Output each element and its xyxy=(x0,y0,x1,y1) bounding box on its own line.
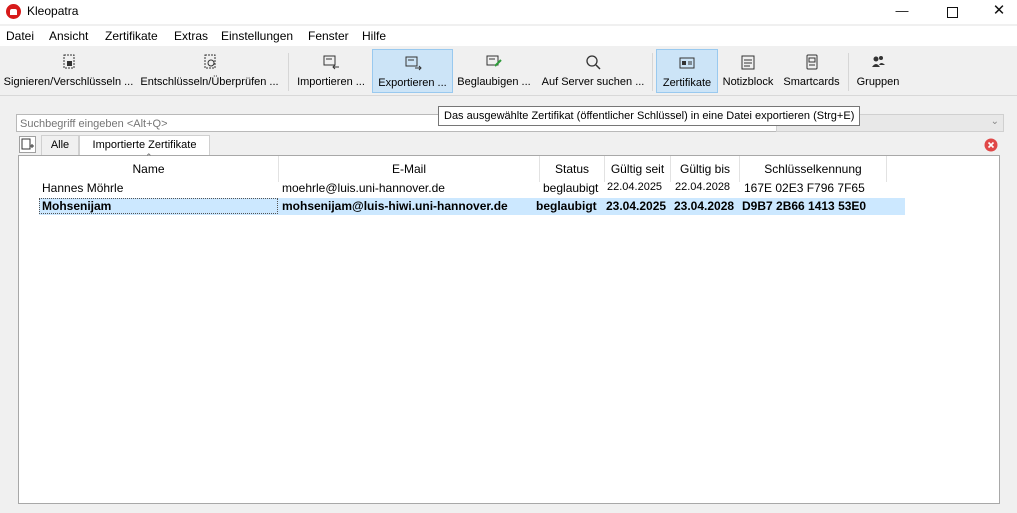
cell-status: beglaubigt xyxy=(543,181,599,195)
menu-extras[interactable]: Extras xyxy=(174,29,208,43)
export-button[interactable]: Exportieren ... xyxy=(372,49,453,93)
close-button[interactable]: ✕ xyxy=(976,0,1017,24)
certificate-icon xyxy=(679,57,695,69)
cell-status: beglaubigt xyxy=(536,199,597,213)
cell-valid-from: 23.04.2025 xyxy=(606,199,667,213)
menu-datei[interactable]: Datei xyxy=(6,29,34,43)
table-row-selected[interactable]: Mohsenijam mohsenijam@luis-hiwi.uni-hann… xyxy=(39,198,905,215)
tab-all[interactable]: Alle xyxy=(41,135,79,155)
title-bar: Kleopatra — ✕ xyxy=(0,0,1017,24)
chevron-down-icon: ⌄ xyxy=(990,116,999,127)
column-header-valid-from[interactable]: Gültig seit xyxy=(605,156,671,182)
import-button[interactable]: Importieren ... xyxy=(293,49,369,93)
decrypt-verify-button[interactable]: Entschlüsseln/Überprüfen ... xyxy=(139,49,280,93)
cell-valid-until: 23.04.2028 xyxy=(674,199,735,213)
window-title: Kleopatra xyxy=(27,4,79,18)
export-icon xyxy=(405,56,422,71)
sign-encrypt-label: Signieren/Verschlüsseln ... xyxy=(3,76,134,88)
column-header-email[interactable]: E-Mail xyxy=(279,156,540,182)
certificate-table[interactable]: ⌃ Name E-Mail Status Gültig seit Gültig … xyxy=(18,152,1000,504)
groups-button[interactable]: Gruppen xyxy=(852,49,904,93)
notepad-label: Notizblock xyxy=(722,76,774,88)
groups-label: Gruppen xyxy=(856,76,900,88)
cell-email: mohsenijam@luis-hiwi.uni-hannover.de xyxy=(282,199,508,213)
sign-encrypt-button[interactable]: Signieren/Verschlüsseln ... xyxy=(2,49,135,93)
menu-ansicht[interactable]: Ansicht xyxy=(49,29,88,43)
close-tab-icon[interactable] xyxy=(983,137,999,153)
cell-valid-from: 22.04.2025 xyxy=(607,181,663,193)
notepad-icon xyxy=(741,55,755,70)
certify-icon xyxy=(486,55,502,67)
menu-fenster[interactable]: Fenster xyxy=(308,29,349,43)
cell-email: moehrle@luis.uni-hannover.de xyxy=(282,181,445,195)
lookup-server-label: Auf Server suchen ... xyxy=(541,76,645,88)
certificates-view-label: Zertifikate xyxy=(662,77,712,89)
minimize-button[interactable]: — xyxy=(879,0,925,24)
column-header-valid-until[interactable]: Gültig bis xyxy=(671,156,740,182)
certificates-view-button[interactable]: Zertifikate xyxy=(656,49,718,93)
notepad-button[interactable]: Notizblock xyxy=(720,49,776,93)
toolbar-separator xyxy=(652,53,653,91)
maximize-icon xyxy=(946,7,958,18)
cell-valid-until: 22.04.2028 xyxy=(675,181,731,193)
table-row[interactable]: Hannes Möhrle moehrle@luis.uni-hannover.… xyxy=(39,180,905,197)
certify-button[interactable]: Beglaubigen ... xyxy=(455,49,533,93)
kleopatra-logo-icon xyxy=(6,4,21,19)
lookup-server-button[interactable]: Auf Server suchen ... xyxy=(537,49,649,93)
import-icon xyxy=(323,55,339,70)
cell-name: Hannes Möhrle xyxy=(42,181,124,195)
certify-label: Beglaubigen ... xyxy=(457,76,531,88)
smartcards-button[interactable]: Smartcards xyxy=(780,49,843,93)
cell-key-id: 167E 02E3 F796 7F65 xyxy=(744,181,865,195)
column-header-status[interactable]: Status xyxy=(540,156,605,182)
decrypt-verify-icon xyxy=(204,54,215,69)
smartcards-label: Smartcards xyxy=(783,76,840,88)
column-header-key-id[interactable]: Schlüsselkennung xyxy=(740,156,887,182)
groups-icon xyxy=(872,56,885,67)
import-label: Importieren ... xyxy=(297,76,365,88)
decrypt-verify-label: Entschlüsseln/Überprüfen ... xyxy=(140,76,279,88)
toolbar-separator xyxy=(288,53,289,91)
menu-zertifikate[interactable]: Zertifikate xyxy=(105,29,158,43)
export-tooltip: Das ausgewählte Zertifikat (öffentlicher… xyxy=(438,106,861,126)
cell-name: Mohsenijam xyxy=(42,199,112,213)
new-tab-button[interactable] xyxy=(19,136,36,153)
export-label: Exportieren ... xyxy=(378,77,447,89)
menu-hilfe[interactable]: Hilfe xyxy=(362,29,386,43)
smartcard-icon xyxy=(806,54,817,70)
toolbar-separator xyxy=(848,53,849,91)
main-toolbar: Signieren/Verschlüsseln ... Entschlüssel… xyxy=(0,47,1017,96)
menu-bar: Datei Ansicht Zertifikate Extras Einstel… xyxy=(0,26,1017,46)
new-tab-icon xyxy=(21,138,34,150)
sign-encrypt-icon xyxy=(63,54,74,69)
maximize-button[interactable] xyxy=(929,0,975,24)
search-icon xyxy=(586,55,601,70)
column-header-name[interactable]: Name xyxy=(19,156,279,182)
cell-key-id: D9B7 2B66 1413 53E0 xyxy=(742,199,867,213)
menu-einstellungen[interactable]: Einstellungen xyxy=(221,29,293,43)
